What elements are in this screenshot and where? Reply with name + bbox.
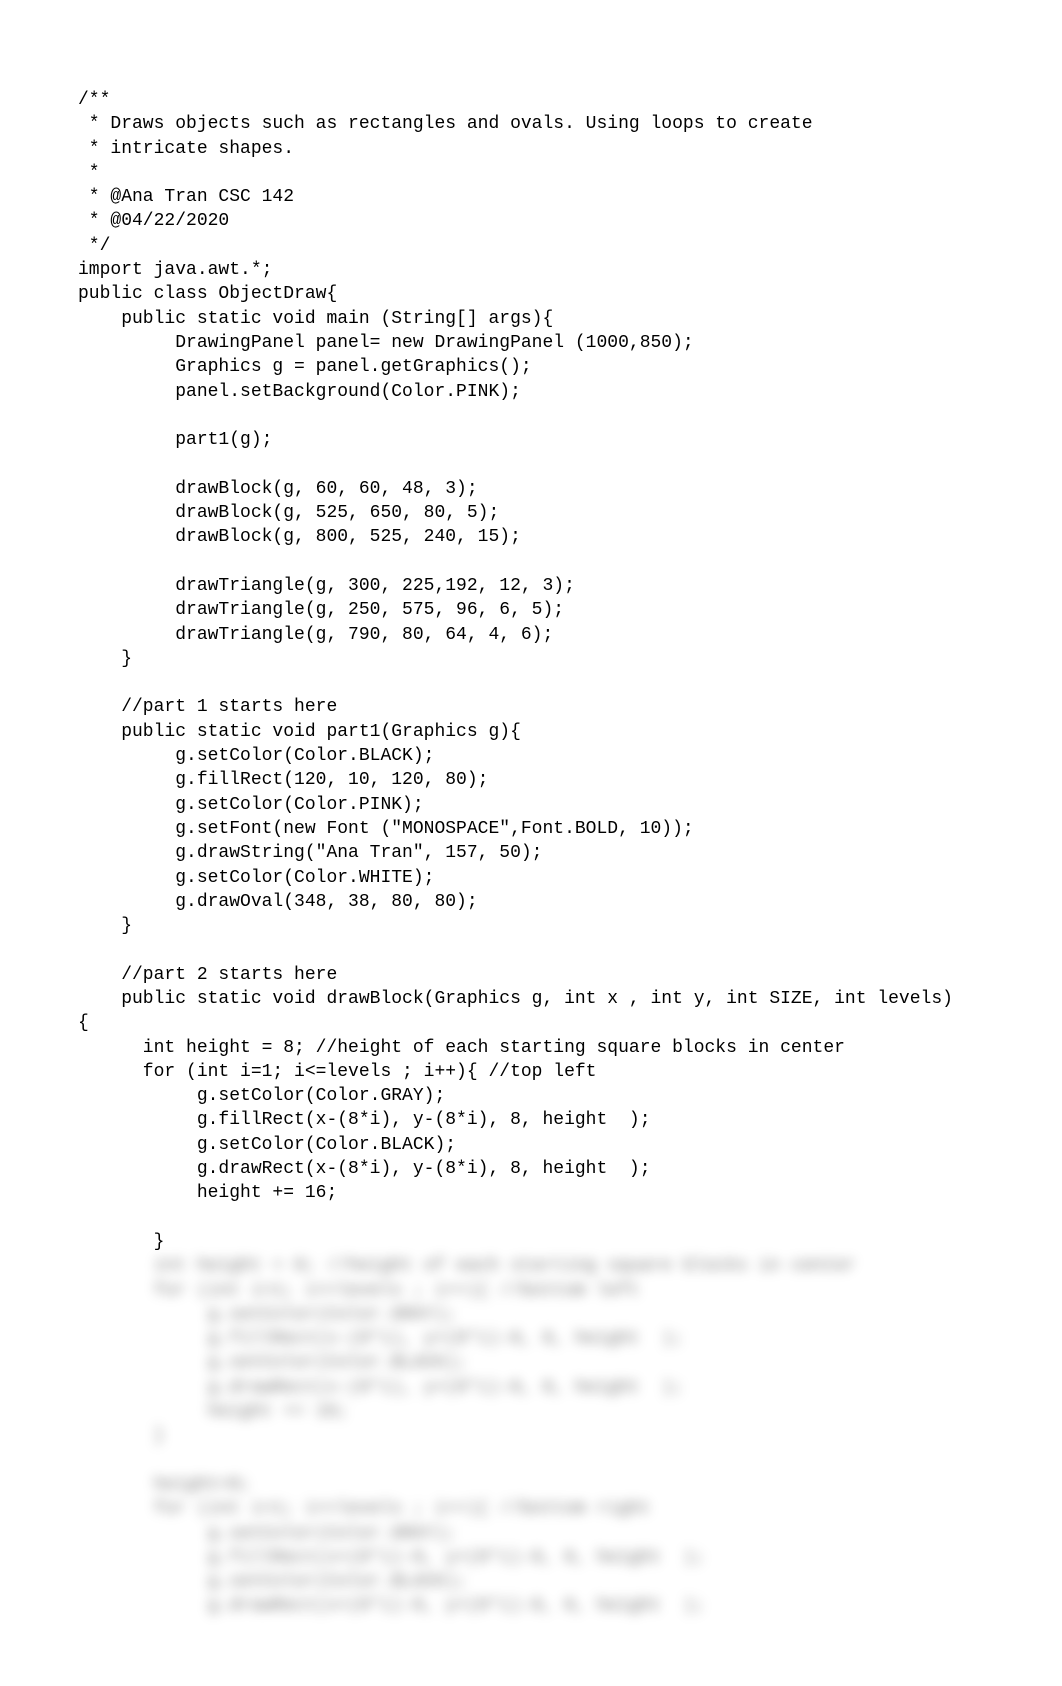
code-block-blurred: int height = 8; //height of each startin… (78, 1254, 984, 1618)
document-page: /** * Draws objects such as rectangles a… (0, 0, 1062, 1686)
code-block-visible: /** * Draws objects such as rectangles a… (78, 88, 984, 1254)
